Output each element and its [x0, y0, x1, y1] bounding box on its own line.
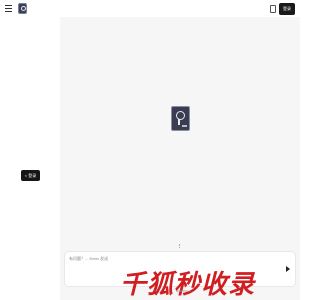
center-app-logo-icon: [171, 106, 190, 131]
scroll-indicator: [179, 244, 182, 248]
chat-input-box[interactable]: 有问题？... Enter 发送: [64, 251, 296, 287]
mobile-icon[interactable]: [270, 5, 276, 13]
menu-icon[interactable]: [5, 5, 12, 12]
top-bar: 登录: [0, 0, 300, 17]
send-icon[interactable]: [285, 266, 291, 272]
login-button[interactable]: 登录: [279, 3, 295, 15]
app-logo-icon[interactable]: [18, 3, 27, 14]
app-window: 登录 < 登录 有问题？... Enter 发送 千狐秒收录 qianhu...: [0, 0, 300, 300]
sidebar: < 登录: [0, 17, 60, 300]
sidebar-login-button[interactable]: < 登录: [21, 170, 40, 181]
chat-input-placeholder[interactable]: 有问题？... Enter 发送: [69, 256, 108, 262]
